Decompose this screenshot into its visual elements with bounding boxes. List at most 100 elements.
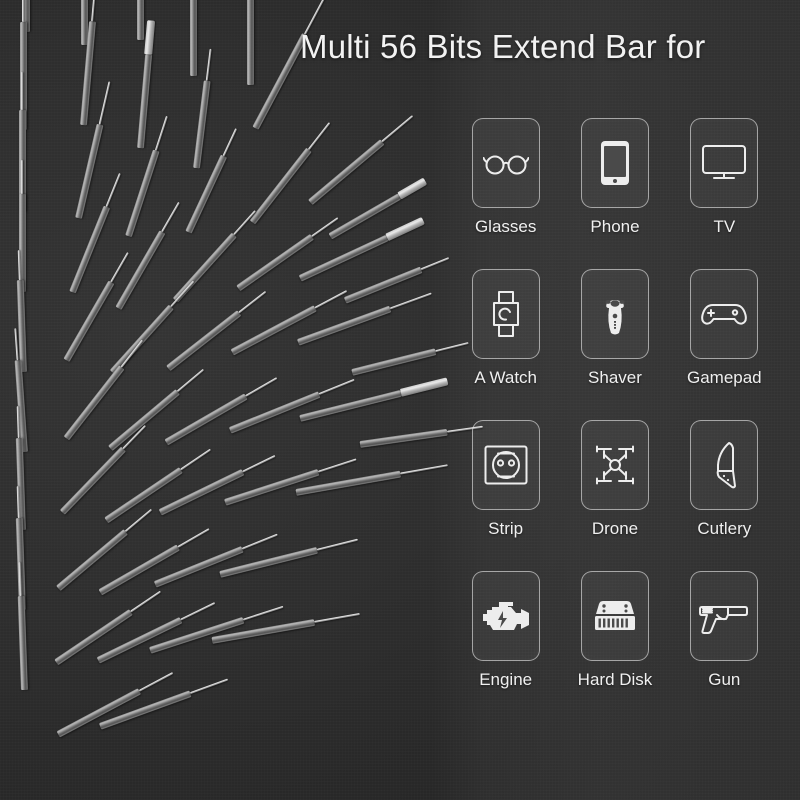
device-cell-a-watch[interactable]: A Watch [455,269,556,388]
power-strip-icon [484,445,528,485]
bit-tip [397,177,428,200]
bit-tip [176,368,205,393]
device-cell-tv[interactable]: TV [674,118,775,237]
device-label: Hard Disk [577,670,653,689]
bit-tip [400,377,449,397]
device-cell-glasses[interactable]: Glasses [455,118,556,237]
bit-tip [400,464,448,475]
screwdriver-bit [343,252,451,305]
shaver-icon [598,291,632,337]
bit-shank [63,364,125,441]
device-cell-hard-disk[interactable]: Hard Disk [564,571,665,690]
screwdriver-bit [244,0,256,85]
engine-icon [481,597,531,635]
gun-icon [698,598,750,634]
bit-tip [180,448,212,471]
bit-tip [21,0,25,22]
device-icon-tile[interactable] [580,269,649,359]
screwdriver-bit [229,286,349,358]
screwdriver-bit [247,119,334,226]
device-cell-strip[interactable]: Strip [455,420,556,539]
device-cell-gamepad[interactable]: Gamepad [674,269,775,388]
bit-tip [314,612,360,624]
bit-shank [59,446,126,515]
bit-tip [20,72,24,110]
bit-tip [316,538,359,551]
phone-icon [600,140,630,186]
bit-tip [14,328,19,361]
bit-tip [241,533,278,550]
device-label: Engine [479,670,533,689]
device-icon-tile[interactable] [471,269,540,359]
device-label: A Watch [474,368,537,387]
screwdriver-bit [351,337,470,378]
bit-shank [68,205,110,294]
device-label: Strip [488,519,524,538]
device-icon-tile[interactable] [690,420,759,510]
device-icon-tile[interactable] [580,571,649,661]
bit-shank [189,0,197,76]
bit-shank [124,149,160,238]
device-cell-shaver[interactable]: Shaver [564,269,665,388]
hard-disk-icon [590,599,640,633]
page-title: Multi 56 Bits Extend Bar for [300,28,706,65]
screwdriver-bit [14,562,30,691]
bit-tip [120,339,144,368]
device-icon-tile[interactable] [690,269,759,359]
compatible-devices-grid: Glasses Phone TV A Watch Shaver Gamepad [455,118,775,690]
device-cell-gun[interactable]: Gun [674,571,775,690]
bit-shank [74,123,104,219]
bit-shank [307,138,385,205]
screwdriver-bit [187,0,199,76]
drone-icon [591,442,639,488]
bit-shank [359,428,448,448]
device-label: Gun [708,670,741,689]
bit-tip [242,605,284,621]
bit-tip [161,201,180,233]
device-cell-engine[interactable]: Engine [455,571,556,690]
bit-tip [318,378,355,396]
bit-shank [164,392,248,446]
bit-tip [233,210,257,236]
bit-tip [381,115,414,143]
bit-shank [136,0,144,40]
device-icon-tile[interactable] [471,571,540,661]
product-image-canvas: Multi 56 Bits Extend Bar for Glasses Pho… [0,0,800,800]
bit-tip [205,48,212,81]
bit-tip [144,20,155,55]
bit-tip [98,81,111,125]
device-icon-tile[interactable] [471,420,540,510]
device-icon-tile[interactable] [580,420,649,510]
device-cell-cutlery[interactable]: Cutlery [674,420,775,539]
bit-tip [105,172,121,208]
glasses-icon [482,146,529,180]
bit-tip [138,672,174,692]
device-label: Glasses [474,217,537,236]
bit-tip [189,678,229,695]
bit-shank [17,595,28,691]
screwdriver-bit [219,534,360,580]
bit-tip [245,377,278,397]
device-icon-tile[interactable] [690,571,759,661]
bit-shank [165,309,242,371]
bit-tip [385,217,425,241]
device-label: Drone [591,519,639,538]
bit-tip [124,508,153,533]
bit-tip [18,562,22,597]
device-cell-drone[interactable]: Drone [564,420,665,539]
bit-tip [154,115,168,151]
device-label: TV [713,217,736,236]
device-icon-tile[interactable] [690,118,759,208]
bit-tip [238,290,267,314]
device-cell-phone[interactable]: Phone [564,118,665,237]
bit-tip [180,602,216,621]
bit-shank [351,347,437,376]
knife-icon [707,441,741,489]
device-icon-tile[interactable] [471,118,540,208]
device-icon-tile[interactable] [580,118,649,208]
bit-shank [136,54,152,149]
bit-shank [192,80,211,169]
watch-icon [491,291,521,337]
bit-tip [242,454,276,473]
device-label: Shaver [588,368,642,387]
